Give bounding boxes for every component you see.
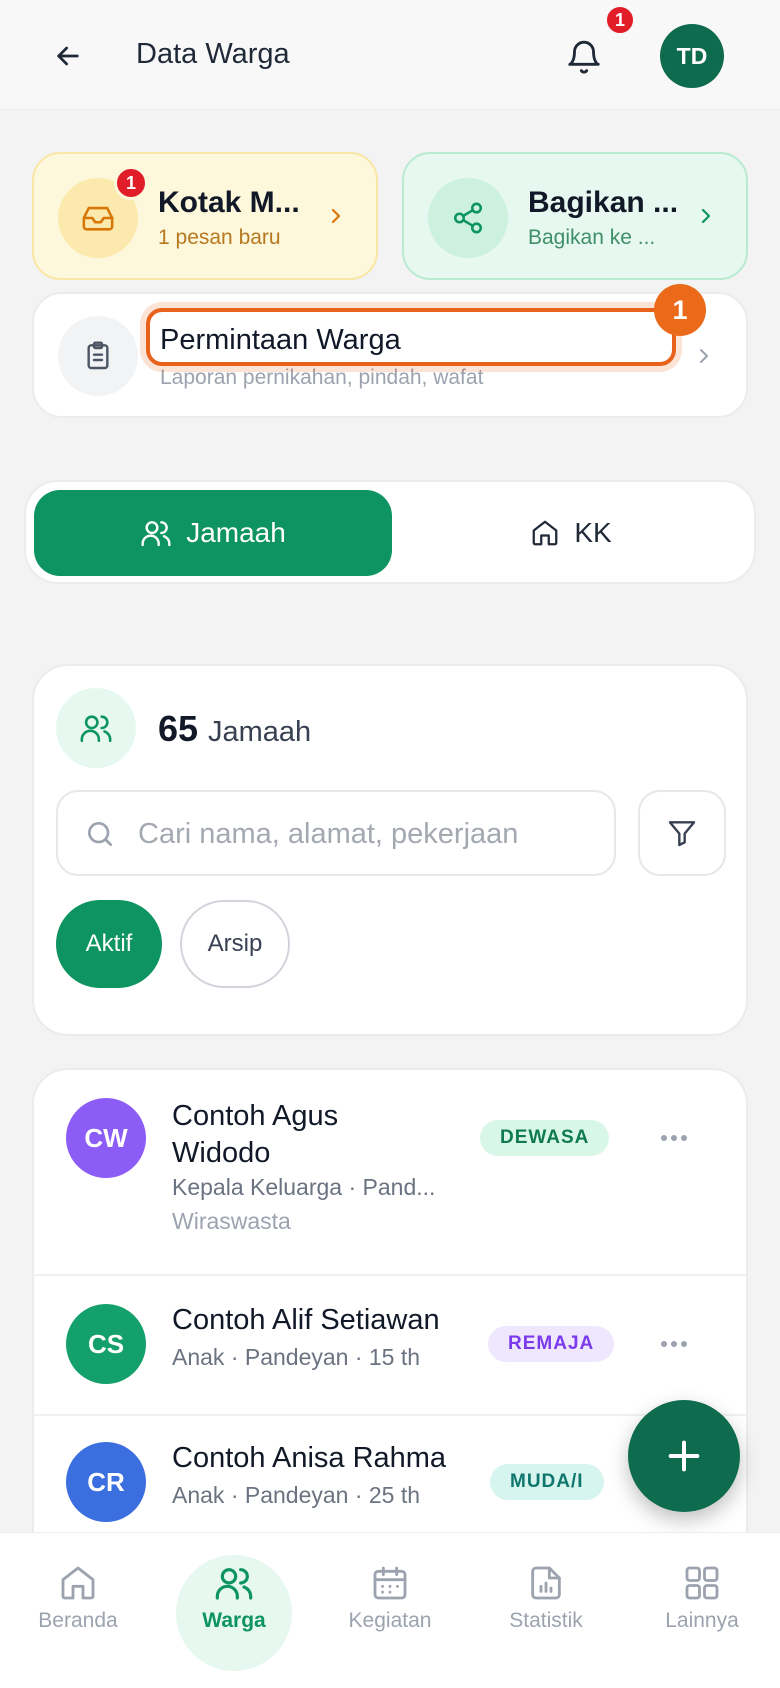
share-title: Bagikan ... <box>528 186 679 219</box>
step-marker: 1 <box>654 284 706 336</box>
tab-kk-label: KK <box>574 517 612 548</box>
inbox-badge: 1 <box>114 166 148 200</box>
grid-icon <box>685 1566 719 1600</box>
more-horizontal-icon <box>661 1341 687 1347</box>
member-job: Wiraswasta <box>172 1208 291 1234</box>
more-horizontal-icon <box>661 1135 687 1141</box>
request-subtitle: Laporan pernikahan, pindah, wafat <box>160 366 484 389</box>
share-icon-wrap <box>428 178 508 258</box>
member-meta: Kepala Keluarga · Pand... <box>172 1174 436 1200</box>
member-meta: Anak · Pandeyan · 25 th <box>172 1482 421 1508</box>
calendar-icon <box>373 1566 407 1600</box>
filter-button[interactable] <box>638 790 726 876</box>
nav-statistik[interactable]: Statistik <box>476 1563 616 1663</box>
clipboard-icon-wrap <box>58 316 138 396</box>
inbox-icon <box>82 206 114 231</box>
plus-icon <box>668 1440 700 1472</box>
member-name: Contoh Anisa Rahma <box>172 1442 447 1474</box>
nav-lainnya[interactable]: Lainnya <box>632 1563 772 1663</box>
inbox-subtitle: 1 pesan baru <box>158 226 281 249</box>
nav-label: Kegiatan <box>348 1609 432 1632</box>
nav-label: Statistik <box>509 1609 583 1632</box>
clipboard-icon <box>87 341 109 370</box>
more-options-button[interactable] <box>654 1118 694 1158</box>
back-button[interactable] <box>48 36 88 76</box>
member-name: Contoh Alif Setiawan <box>172 1304 440 1336</box>
bell-icon <box>568 40 600 74</box>
request-title: Permintaan Warga <box>160 324 401 356</box>
member-name: Contoh Agus Widodo <box>172 1098 338 1172</box>
search-icon <box>84 818 116 850</box>
nav-beranda[interactable]: Beranda <box>8 1563 148 1663</box>
nav-label: Warga <box>202 1609 266 1632</box>
list-item[interactable]: CS Contoh Alif Setiawan Anak · Pandeyan … <box>34 1276 746 1416</box>
avatar: CS <box>66 1304 146 1384</box>
tab-kk[interactable]: KK <box>392 490 750 576</box>
add-member-button[interactable] <box>628 1400 740 1512</box>
avatar: CR <box>66 1442 146 1522</box>
chevron-right-icon <box>692 344 716 368</box>
view-segment: Jamaah KK <box>24 480 756 584</box>
member-count-label: Jamaah <box>208 716 312 748</box>
nav-kegiatan[interactable]: Kegiatan <box>320 1563 460 1663</box>
chevron-right-icon <box>324 204 348 228</box>
bottom-navigation: Beranda Warga Kegiatan Statistik Lainnya <box>0 1532 780 1688</box>
status-badge: REMAJA <box>488 1326 615 1362</box>
chevron-right-icon <box>694 204 718 228</box>
member-name-line2: Widodo <box>172 1137 271 1169</box>
home-icon <box>532 520 558 546</box>
users-icon <box>215 1568 253 1600</box>
member-count: 65 <box>158 708 199 749</box>
tab-jamaah[interactable]: Jamaah <box>34 490 392 576</box>
share-icon <box>453 202 483 234</box>
inbox-title: Kotak M... <box>158 186 300 219</box>
users-icon <box>141 521 171 547</box>
list-item[interactable]: CW Contoh Agus Widodo Kepala Keluarga · … <box>34 1070 746 1276</box>
share-subtitle: Bagikan ke ... <box>528 226 656 249</box>
notification-badge: 1 <box>604 4 636 36</box>
user-avatar[interactable]: TD <box>660 24 724 88</box>
chip-aktif[interactable]: Aktif <box>56 900 162 988</box>
arrow-left-icon <box>57 46 79 66</box>
status-badge: DEWASA <box>480 1120 610 1156</box>
users-icon-wrap <box>56 688 136 768</box>
users-icon <box>80 715 112 743</box>
avatar: CW <box>66 1098 146 1178</box>
app-header: Data Warga 1 TD <box>0 0 780 110</box>
tab-jamaah-label: Jamaah <box>186 517 286 548</box>
chip-arsip[interactable]: Arsip <box>180 900 290 988</box>
search-box <box>56 790 616 876</box>
filter-icon <box>668 821 696 847</box>
nav-warga[interactable]: Warga <box>164 1563 304 1663</box>
notification-button[interactable] <box>560 34 608 82</box>
page-title: Data Warga <box>136 38 290 70</box>
share-card[interactable]: Bagikan ... Bagikan ke ... <box>402 152 748 280</box>
report-icon <box>531 1566 561 1600</box>
nav-label: Beranda <box>38 1609 118 1632</box>
member-meta: Anak · Pandeyan · 15 th <box>172 1344 421 1370</box>
home-icon <box>61 1566 95 1600</box>
search-input[interactable] <box>138 812 594 856</box>
inbox-card[interactable]: 1 Kotak M... 1 pesan baru <box>32 152 378 280</box>
citizen-request-card[interactable]: Laporan pernikahan, pindah, wafat Permin… <box>32 292 748 418</box>
member-name-line1: Contoh Agus <box>172 1100 339 1132</box>
status-badge: MUDA/I <box>490 1464 604 1500</box>
nav-label: Lainnya <box>665 1609 739 1632</box>
filter-panel: 65 Jamaah Aktif Arsip <box>32 664 748 1036</box>
more-options-button[interactable] <box>654 1324 694 1364</box>
